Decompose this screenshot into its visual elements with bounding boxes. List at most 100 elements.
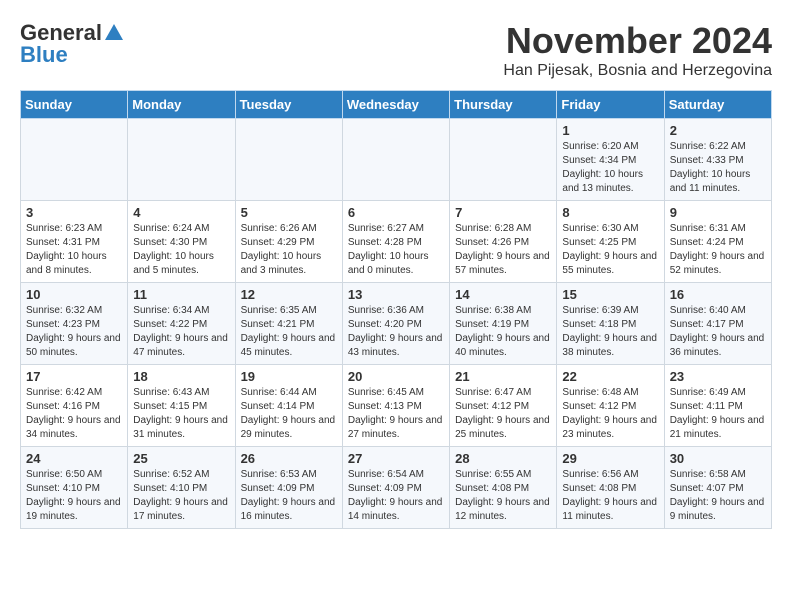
logo-blue: Blue [20,42,68,68]
calendar-cell: 8Sunrise: 6:30 AM Sunset: 4:25 PM Daylig… [557,201,664,283]
calendar-cell: 23Sunrise: 6:49 AM Sunset: 4:11 PM Dayli… [664,365,771,447]
day-info: Sunrise: 6:47 AM Sunset: 4:12 PM Dayligh… [455,386,551,442]
day-number: 9 [670,205,766,220]
page-header: General Blue November 2024 Han Pijesak, … [20,20,772,80]
day-number: 28 [455,451,551,466]
calendar-cell: 14 Sunrise: 6:38 AM Sunset: 4:19 PM Dayli… [450,283,557,365]
day-info: Sunrise: 6:32 AM Sunset: 4:23 PM Dayligh… [26,304,122,360]
day-info: Sunrise: 6:54 AM Sunset: 4:09 PM Dayligh… [348,468,444,524]
calendar-cell: 3Sunrise: 6:23 AM Sunset: 4:31 PM Daylig… [21,201,128,283]
day-info: Sunrise: 6:45 AM Sunset: 4:13 PM Dayligh… [348,386,444,442]
calendar-cell: 13 Sunrise: 6:36 AM Sunset: 4:20 PM Dayli… [342,283,449,365]
day-info: Sunrise: 6:36 AM Sunset: 4:20 PM Dayligh… [348,304,444,360]
day-number: 10 [26,287,122,302]
title-block: November 2024 Han Pijesak, Bosnia and He… [503,20,772,80]
calendar-cell: 1Sunrise: 6:20 AM Sunset: 4:34 PM Daylig… [557,119,664,201]
location-subtitle: Han Pijesak, Bosnia and Herzegovina [503,62,772,80]
calendar-cell: 24 Sunrise: 6:50 AM Sunset: 4:10 PM Dayli… [21,447,128,529]
day-info: Sunrise: 6:22 AM Sunset: 4:33 PM Dayligh… [670,140,766,196]
day-info: Sunrise: 6:55 AM Sunset: 4:08 PM Dayligh… [455,468,551,524]
calendar-cell: 11 Sunrise: 6:34 AM Sunset: 4:22 PM Dayli… [128,283,235,365]
day-number: 17 [26,369,122,384]
calendar-cell: 15Sunrise: 6:39 AM Sunset: 4:18 PM Dayli… [557,283,664,365]
calendar-cell: 18Sunrise: 6:43 AM Sunset: 4:15 PM Dayli… [128,365,235,447]
day-of-week-header: Sunday [21,91,128,119]
month-title: November 2024 [503,20,772,62]
day-number: 18 [133,369,229,384]
day-number: 27 [348,451,444,466]
day-number: 23 [670,369,766,384]
day-info: Sunrise: 6:31 AM Sunset: 4:24 PM Dayligh… [670,222,766,278]
day-of-week-header: Saturday [664,91,771,119]
day-number: 25 [133,451,229,466]
day-info: Sunrise: 6:20 AM Sunset: 4:34 PM Dayligh… [562,140,658,196]
calendar-cell: 27 Sunrise: 6:54 AM Sunset: 4:09 PM Dayli… [342,447,449,529]
day-number: 21 [455,369,551,384]
day-number: 5 [241,205,337,220]
day-info: Sunrise: 6:24 AM Sunset: 4:30 PM Dayligh… [133,222,229,278]
day-info: Sunrise: 6:27 AM Sunset: 4:28 PM Dayligh… [348,222,444,278]
calendar-cell: 10 Sunrise: 6:32 AM Sunset: 4:23 PM Dayli… [21,283,128,365]
calendar-cell: 30Sunrise: 6:58 AM Sunset: 4:07 PM Dayli… [664,447,771,529]
calendar-cell: 22 Sunrise: 6:48 AM Sunset: 4:12 PM Dayli… [557,365,664,447]
day-number: 2 [670,123,766,138]
calendar-cell: 16 Sunrise: 6:40 AM Sunset: 4:17 PM Dayli… [664,283,771,365]
day-number: 22 [562,369,658,384]
day-info: Sunrise: 6:56 AM Sunset: 4:08 PM Dayligh… [562,468,658,524]
day-number: 14 [455,287,551,302]
calendar-cell: 21 Sunrise: 6:47 AM Sunset: 4:12 PM Dayli… [450,365,557,447]
day-number: 11 [133,287,229,302]
logo-icon [103,22,125,44]
day-info: Sunrise: 6:44 AM Sunset: 4:14 PM Dayligh… [241,386,337,442]
calendar-cell [235,119,342,201]
calendar-cell: 25 Sunrise: 6:52 AM Sunset: 4:10 PM Dayli… [128,447,235,529]
day-info: Sunrise: 6:42 AM Sunset: 4:16 PM Dayligh… [26,386,122,442]
calendar-cell: 29 Sunrise: 6:56 AM Sunset: 4:08 PM Dayli… [557,447,664,529]
day-number: 15 [562,287,658,302]
day-number: 20 [348,369,444,384]
day-of-week-header: Monday [128,91,235,119]
day-number: 29 [562,451,658,466]
day-number: 24 [26,451,122,466]
day-info: Sunrise: 6:26 AM Sunset: 4:29 PM Dayligh… [241,222,337,278]
day-number: 6 [348,205,444,220]
day-of-week-header: Tuesday [235,91,342,119]
calendar-cell [21,119,128,201]
day-info: Sunrise: 6:23 AM Sunset: 4:31 PM Dayligh… [26,222,122,278]
calendar-cell: 12Sunrise: 6:35 AM Sunset: 4:21 PM Dayli… [235,283,342,365]
calendar-cell [342,119,449,201]
day-number: 16 [670,287,766,302]
day-info: Sunrise: 6:34 AM Sunset: 4:22 PM Dayligh… [133,304,229,360]
day-info: Sunrise: 6:48 AM Sunset: 4:12 PM Dayligh… [562,386,658,442]
calendar-cell: 20 Sunrise: 6:45 AM Sunset: 4:13 PM Dayli… [342,365,449,447]
calendar-cell: 4Sunrise: 6:24 AM Sunset: 4:30 PM Daylig… [128,201,235,283]
calendar-cell: 26Sunrise: 6:53 AM Sunset: 4:09 PM Dayli… [235,447,342,529]
calendar-cell: 17 Sunrise: 6:42 AM Sunset: 4:16 PM Dayli… [21,365,128,447]
calendar-cell: 5 Sunrise: 6:26 AM Sunset: 4:29 PM Daylig… [235,201,342,283]
calendar-week-row: 24 Sunrise: 6:50 AM Sunset: 4:10 PM Dayli… [21,447,772,529]
calendar-week-row: 17 Sunrise: 6:42 AM Sunset: 4:16 PM Dayli… [21,365,772,447]
calendar-cell: 9 Sunrise: 6:31 AM Sunset: 4:24 PM Daylig… [664,201,771,283]
calendar-cell: 2 Sunrise: 6:22 AM Sunset: 4:33 PM Daylig… [664,119,771,201]
day-info: Sunrise: 6:38 AM Sunset: 4:19 PM Dayligh… [455,304,551,360]
day-info: Sunrise: 6:58 AM Sunset: 4:07 PM Dayligh… [670,468,766,524]
day-number: 13 [348,287,444,302]
day-of-week-header: Wednesday [342,91,449,119]
day-info: Sunrise: 6:52 AM Sunset: 4:10 PM Dayligh… [133,468,229,524]
day-number: 19 [241,369,337,384]
day-info: Sunrise: 6:30 AM Sunset: 4:25 PM Dayligh… [562,222,658,278]
calendar-week-row: 3Sunrise: 6:23 AM Sunset: 4:31 PM Daylig… [21,201,772,283]
calendar-cell [128,119,235,201]
day-number: 7 [455,205,551,220]
day-number: 12 [241,287,337,302]
calendar-week-row: 1Sunrise: 6:20 AM Sunset: 4:34 PM Daylig… [21,119,772,201]
calendar-cell: 19 Sunrise: 6:44 AM Sunset: 4:14 PM Dayli… [235,365,342,447]
day-of-week-header: Friday [557,91,664,119]
day-of-week-header: Thursday [450,91,557,119]
calendar-week-row: 10 Sunrise: 6:32 AM Sunset: 4:23 PM Dayli… [21,283,772,365]
day-info: Sunrise: 6:50 AM Sunset: 4:10 PM Dayligh… [26,468,122,524]
day-info: Sunrise: 6:40 AM Sunset: 4:17 PM Dayligh… [670,304,766,360]
logo: General Blue [20,20,126,68]
day-info: Sunrise: 6:53 AM Sunset: 4:09 PM Dayligh… [241,468,337,524]
calendar-cell: 6 Sunrise: 6:27 AM Sunset: 4:28 PM Daylig… [342,201,449,283]
